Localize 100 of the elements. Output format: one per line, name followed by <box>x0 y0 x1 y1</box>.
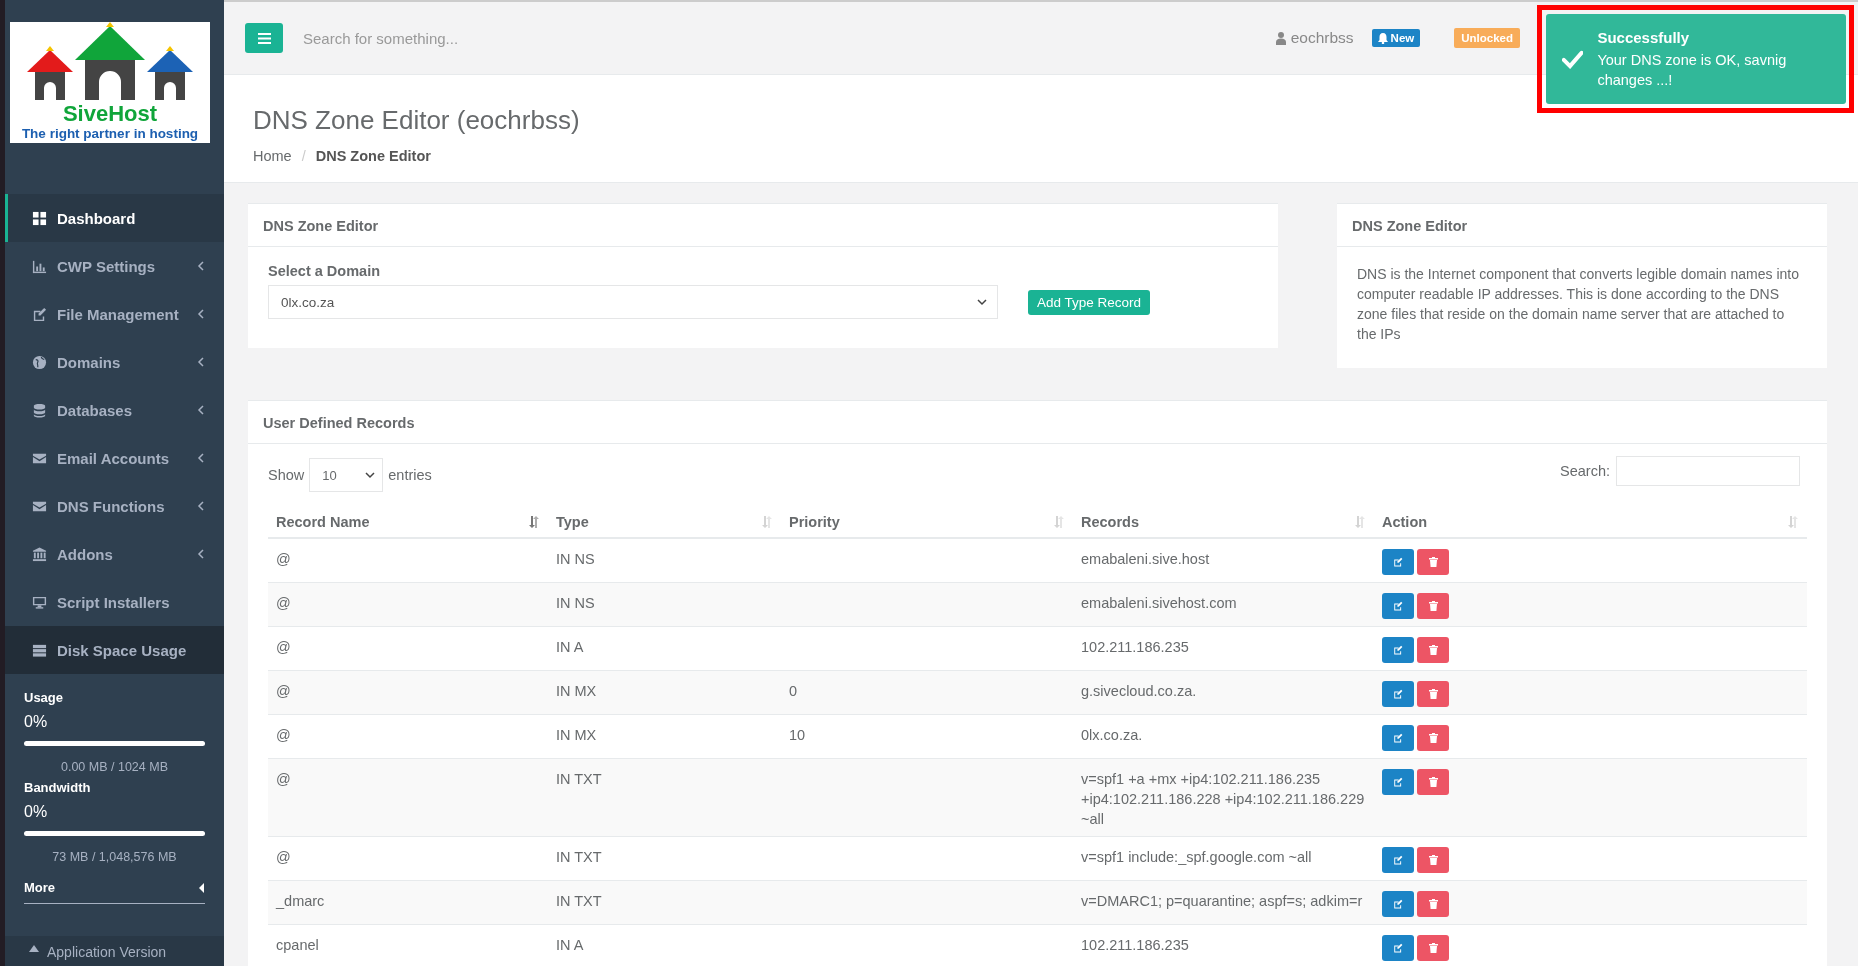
toast-message: Your DNS zone is OK, savnig changes ...! <box>1597 50 1788 90</box>
trash-icon <box>1428 899 1438 909</box>
toast-title: Successfully <box>1597 28 1691 46</box>
edit-button[interactable] <box>1382 593 1414 619</box>
more-toggle[interactable]: More <box>24 870 205 904</box>
status-badge: Unlocked <box>1454 28 1520 48</box>
chevron-left-icon <box>197 309 204 319</box>
delete-button[interactable] <box>1417 847 1449 873</box>
breadcrumb-link[interactable]: Home <box>253 148 292 164</box>
table-search-field[interactable] <box>1616 456 1800 486</box>
table-cell-text: IN NS <box>556 550 596 569</box>
meter-percent: 0% <box>24 803 49 821</box>
sidebar-item[interactable]: Script Installers <box>5 578 224 626</box>
chevron-left-icon <box>197 501 204 511</box>
edit-button[interactable] <box>1382 637 1414 663</box>
table-cell-text: v=spf1 include:_spf.google.com ~all <box>1081 848 1313 867</box>
table-cell-text: emabaleni.sivehost.com <box>1081 594 1238 613</box>
delete-button[interactable] <box>1417 549 1449 575</box>
table-cell-text: 102.211.186.235 <box>1081 638 1190 657</box>
notification-badge[interactable]: New <box>1371 29 1421 47</box>
edit-icon <box>1393 943 1403 953</box>
bank-icon <box>32 546 47 562</box>
server-icon <box>32 642 47 658</box>
table-cell-text: IN TXT <box>556 848 603 867</box>
edit-button[interactable] <box>1382 891 1414 917</box>
edit-icon <box>1393 899 1403 909</box>
edit-icon <box>1393 777 1403 787</box>
menu-icon <box>257 32 271 44</box>
table-cell-text: IN MX <box>556 726 598 745</box>
breadcrumb-current: DNS Zone Editor <box>315 148 431 164</box>
edit-button[interactable] <box>1382 681 1414 707</box>
sidebar-item[interactable]: Email Accounts <box>5 434 224 482</box>
card-title: DNS Zone Editor <box>248 204 1278 247</box>
grid-icon <box>32 210 47 226</box>
table-cell-text: @ <box>276 550 292 569</box>
edit-icon <box>1393 689 1403 699</box>
edit-icon <box>1393 645 1403 655</box>
globe-icon <box>32 354 47 370</box>
domain-select[interactable]: 0lx.co.za <box>268 285 998 319</box>
table-cell-text: IN TXT <box>556 770 603 789</box>
delete-button[interactable] <box>1417 891 1449 917</box>
sidebar-item[interactable]: File Management <box>5 290 224 338</box>
edit-button[interactable] <box>1382 725 1414 751</box>
sort-icon <box>1787 516 1799 528</box>
chevron-left-icon <box>197 357 204 367</box>
column-header[interactable]: Record Name <box>268 502 548 538</box>
menu-button[interactable] <box>245 23 283 53</box>
edit-button[interactable] <box>1382 847 1414 873</box>
sidebar-item[interactable]: Domains <box>5 338 224 386</box>
delete-button[interactable] <box>1417 725 1449 751</box>
table-cell-text: cpanel <box>276 936 320 955</box>
sidebar-item[interactable]: Databases <box>5 386 224 434</box>
sidebar-item[interactable]: Addons <box>5 530 224 578</box>
meter-title: Bandwidth <box>24 780 92 795</box>
column-header[interactable]: Action <box>1374 502 1807 538</box>
checkmark-icon <box>1562 49 1584 69</box>
field-label: Select a Domain <box>268 263 381 279</box>
table-cell-text: _dmarc <box>276 892 326 911</box>
chevron-down-icon <box>365 471 376 479</box>
delete-button[interactable] <box>1417 593 1449 619</box>
card-title: User Defined Records <box>248 401 1827 444</box>
info-text: DNS is the Internet component that converts legible domain names into computer readable IP addresses. This is done according to the DNS zone files that reside on the domain name server that are attached to the IPs <box>1356 265 1801 344</box>
table-cell-text: IN MX <box>556 682 598 701</box>
sidebar-item[interactable]: Dashboard <box>5 194 224 242</box>
edit-icon <box>1393 733 1403 743</box>
page-size-select[interactable]: 10 <box>309 458 384 492</box>
caret-up-icon <box>29 944 39 952</box>
delete-button[interactable] <box>1417 681 1449 707</box>
delete-button[interactable] <box>1417 637 1449 663</box>
trash-icon <box>1428 855 1438 865</box>
table-cell-text: 0lx.co.za. <box>1081 726 1144 745</box>
edit-button[interactable] <box>1382 549 1414 575</box>
user-name[interactable]: eochrbss <box>1290 29 1354 47</box>
monitor-icon <box>32 594 47 610</box>
chevron-left-icon <box>197 549 204 559</box>
chevron-down-icon <box>977 298 987 306</box>
table-cell-text: 0 <box>789 682 799 701</box>
column-header[interactable]: Records <box>1073 502 1374 538</box>
sidebar-item[interactable]: CWP Settings <box>5 242 224 290</box>
table-cell-text: @ <box>276 682 292 701</box>
table-cell-text: @ <box>276 726 292 745</box>
search-field[interactable]: Search for something... <box>301 28 705 48</box>
column-header[interactable]: Type <box>548 502 781 538</box>
trash-icon <box>1428 733 1438 743</box>
edit-button[interactable] <box>1382 769 1414 795</box>
table-cell-text: @ <box>276 594 292 613</box>
edit-button[interactable] <box>1382 935 1414 961</box>
meter-detail: 0.00 MB / 1024 MB <box>60 760 169 774</box>
delete-button[interactable] <box>1417 935 1449 961</box>
delete-button[interactable] <box>1417 769 1449 795</box>
chevron-left-icon <box>197 261 204 271</box>
sort-icon <box>1354 516 1366 528</box>
entries-label: entries <box>388 467 432 483</box>
bell-icon <box>1377 32 1388 44</box>
sidebar-item[interactable]: DNS Functions <box>5 482 224 530</box>
column-header[interactable]: Priority <box>781 502 1073 538</box>
trash-icon <box>1428 943 1438 953</box>
sort-icon <box>761 516 773 528</box>
logo[interactable]: SiveHost The right partner in hosting <box>10 22 210 143</box>
sidebar-item[interactable]: Disk Space Usage <box>5 626 224 674</box>
